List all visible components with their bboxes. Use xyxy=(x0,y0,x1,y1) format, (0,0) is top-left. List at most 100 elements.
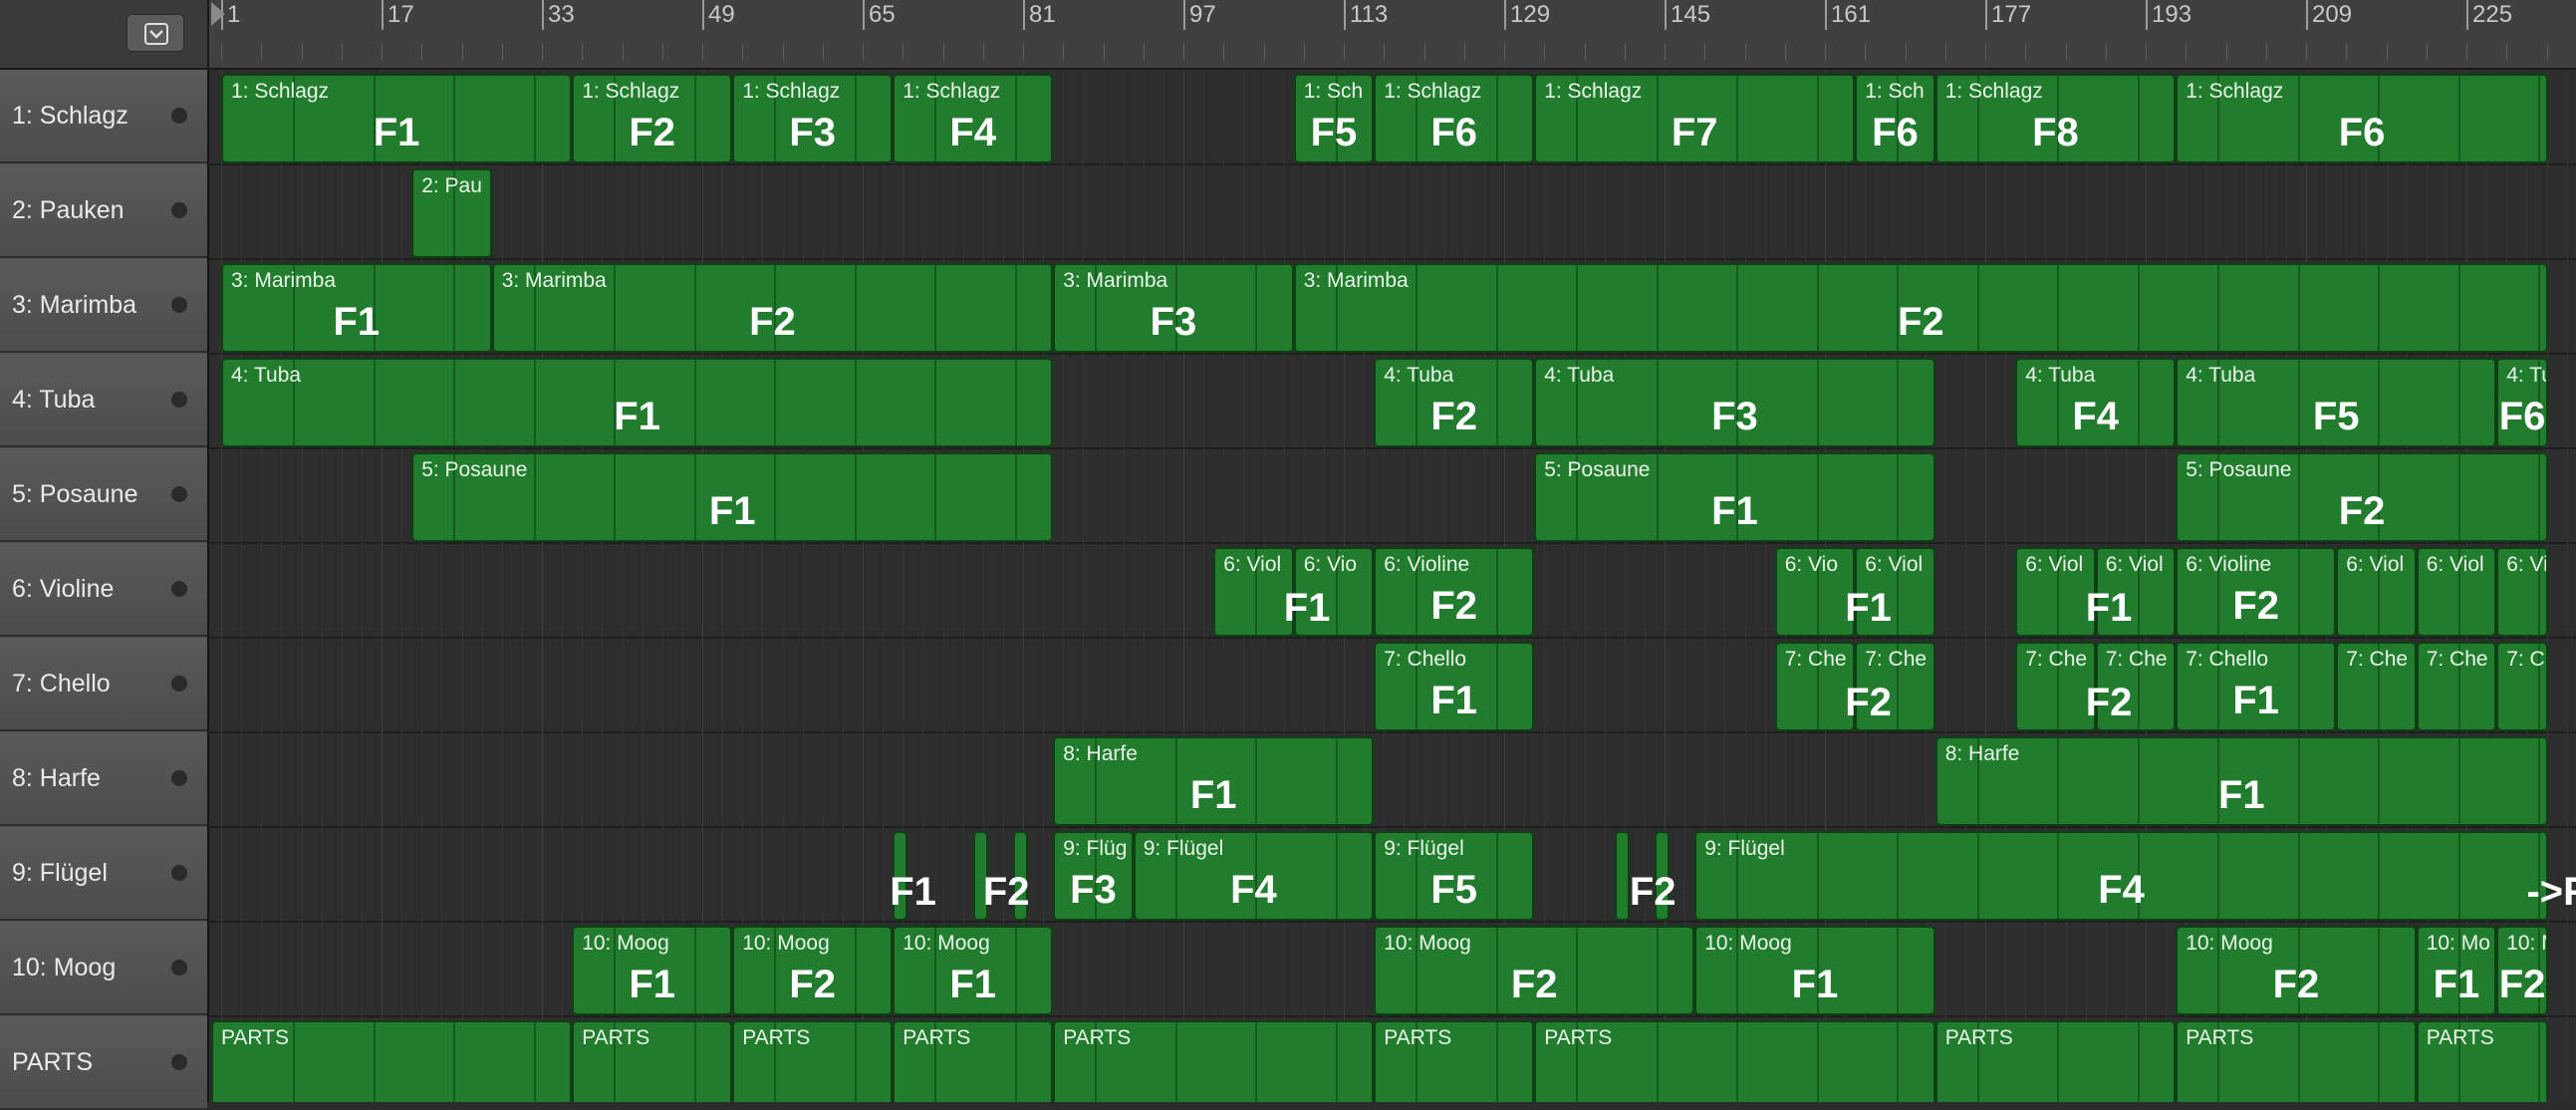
track-header[interactable]: 8: Harfe xyxy=(0,732,207,826)
midi-region[interactable]: 4: Tuba F4 xyxy=(2015,358,2177,447)
grid-line xyxy=(382,70,383,1102)
midi-region[interactable]: 4: Tuba F5 xyxy=(2176,358,2497,447)
midi-region[interactable]: 1: Schlagz F1 xyxy=(221,74,573,163)
parts-region[interactable]: PARTS xyxy=(1534,1020,1935,1102)
region-name: 1: Schlagz xyxy=(582,80,680,103)
midi-region[interactable]: 1: Schlagz F8 xyxy=(1934,74,2177,163)
parts-region[interactable]: PARTS xyxy=(1934,1020,2177,1102)
track-header[interactable]: 6: Violine xyxy=(0,543,207,637)
track-record-dot-icon[interactable] xyxy=(171,108,187,124)
midi-region[interactable]: 4: Tuba F1 xyxy=(221,358,1054,447)
parts-region[interactable]: PARTS xyxy=(2416,1020,2548,1102)
midi-region[interactable]: 7: Chello F1 xyxy=(2176,642,2337,731)
midi-region[interactable]: 5: Posaune F2 xyxy=(2176,452,2548,542)
midi-region[interactable]: 5: Posaune F1 xyxy=(411,452,1054,542)
region-section-label: F2 xyxy=(1845,681,1892,724)
track-header[interactable]: 10: Moog xyxy=(0,922,207,1015)
ruler-subtick xyxy=(1944,44,1946,60)
parts-region[interactable]: PARTS xyxy=(1053,1020,1375,1102)
track-header[interactable]: 5: Posaune xyxy=(0,448,207,542)
midi-region[interactable]: 4: Tuba F3 xyxy=(1534,358,1935,447)
midi-region[interactable]: 1: Schlagz F6 xyxy=(1374,74,1535,163)
midi-region[interactable]: 8: Harfe F1 xyxy=(1934,736,2548,826)
midi-region[interactable]: 10: Moog F2 xyxy=(1374,926,1695,1015)
arrangement-area[interactable]: 1: Schlagz F1 1: Schlagz F2 1: Schlagz F3 1: S… xyxy=(209,70,2576,1102)
midi-region[interactable]: 6: Viol xyxy=(2496,547,2548,637)
track-header[interactable]: 9: Flügel xyxy=(0,827,207,921)
track-header[interactable]: 2: Pauken xyxy=(0,164,207,258)
midi-region[interactable]: 3: Marimba F2 xyxy=(491,263,1054,353)
midi-region[interactable]: 1: Schlagz F2 xyxy=(572,74,733,163)
parts-region[interactable]: PARTS xyxy=(732,1020,894,1102)
track-record-dot-icon[interactable] xyxy=(171,297,187,313)
midi-region[interactable]: 1: Schlagz F6 xyxy=(2176,74,2548,163)
midi-region[interactable]: 10: Moog F2 xyxy=(732,926,894,1015)
bar-ruler[interactable]: 1 17 33 49 65 81 97 113 129 145 161 177 193 209 225 xyxy=(209,0,2576,70)
midi-region[interactable]: 7: Che xyxy=(2336,642,2417,731)
midi-region[interactable]: 6: Violine F2 xyxy=(1374,547,1535,637)
midi-region[interactable]: 7: Che xyxy=(2416,642,2497,731)
track-header[interactable]: 4: Tuba xyxy=(0,354,207,447)
midi-region[interactable]: 7: Che xyxy=(1774,642,1856,731)
midi-region[interactable]: 3: Marimba F1 xyxy=(221,263,492,353)
midi-region[interactable]: 10: Moog F2 xyxy=(2176,926,2417,1015)
midi-region[interactable]: 7: Chello F1 xyxy=(1374,642,1535,731)
midi-region[interactable]: 1: Sch F5 xyxy=(1293,74,1375,163)
midi-region[interactable]: 7: Che xyxy=(2015,642,2096,731)
region-name: 6: Viol xyxy=(2346,553,2405,576)
midi-region[interactable]: 10: Mo F1 xyxy=(2416,926,2497,1015)
region-section-label: F6 xyxy=(1430,111,1478,154)
parts-region[interactable]: PARTS xyxy=(210,1020,573,1102)
track-record-dot-icon[interactable] xyxy=(171,392,187,408)
midi-region[interactable]: 2: Pau xyxy=(411,168,492,258)
midi-region[interactable]: 9: Flügel F4 xyxy=(1694,831,2548,921)
track-record-dot-icon[interactable] xyxy=(171,865,187,881)
midi-region[interactable]: 1: Sch F6 xyxy=(1855,74,1935,163)
midi-region[interactable]: 7: Che xyxy=(2496,642,2548,731)
track-record-dot-icon[interactable] xyxy=(171,1054,187,1070)
midi-region[interactable]: 4: Tub F6 xyxy=(2496,358,2548,447)
track-lane[interactable] xyxy=(209,166,2576,260)
track-record-dot-icon[interactable] xyxy=(171,676,187,692)
midi-region[interactable]: 4: Tuba F2 xyxy=(1374,358,1535,447)
midi-region[interactable]: 6: Violine F2 xyxy=(2176,547,2337,637)
track-record-dot-icon[interactable] xyxy=(171,960,187,975)
midi-region[interactable]: 3: Marimba F2 xyxy=(1293,263,2548,353)
midi-region[interactable]: 10: Moog F1 xyxy=(572,926,733,1015)
midi-region[interactable]: 1: Schlagz F7 xyxy=(1534,74,1856,163)
track-header[interactable]: 7: Chello xyxy=(0,638,207,731)
track-header[interactable]: 1: Schlagz xyxy=(0,70,207,163)
parts-region[interactable]: PARTS xyxy=(1374,1020,1535,1102)
midi-region[interactable]: 1: Schlagz F4 xyxy=(893,74,1054,163)
parts-region[interactable]: PARTS xyxy=(2176,1020,2417,1102)
midi-region[interactable]: 9: Flügel F5 xyxy=(1374,831,1535,921)
midi-region[interactable]: 6: Vio xyxy=(1774,547,1856,637)
region-name: 1: Schlagz xyxy=(2186,80,2284,103)
ruler-subtick xyxy=(421,44,423,60)
parts-region[interactable]: PARTS xyxy=(893,1020,1054,1102)
midi-region[interactable]: 1: Schlagz F3 xyxy=(732,74,894,163)
midi-region[interactable]: 10: Mo F2 xyxy=(2496,926,2548,1015)
midi-region[interactable]: 6: Viol xyxy=(2416,547,2497,637)
track-record-dot-icon[interactable] xyxy=(171,770,187,786)
midi-region[interactable]: 9: Flüg F3 xyxy=(1053,831,1134,921)
track-record-dot-icon[interactable] xyxy=(171,202,187,218)
midi-region[interactable]: 8: Harfe F1 xyxy=(1053,736,1375,826)
collapse-button[interactable] xyxy=(127,14,184,52)
midi-region[interactable]: 10: Moog F1 xyxy=(1694,926,1935,1015)
midi-region[interactable]: 3: Marimba F3 xyxy=(1053,263,1294,353)
parts-region[interactable]: PARTS xyxy=(572,1020,733,1102)
track-header[interactable]: PARTS xyxy=(0,1016,207,1110)
midi-region[interactable]: 6: Viol xyxy=(2336,547,2417,637)
region-name: 6: Viol xyxy=(2426,553,2484,576)
midi-region[interactable]: 5: Posaune F1 xyxy=(1534,452,1935,542)
midi-region[interactable] xyxy=(1614,831,1630,921)
midi-region[interactable]: 10: Moog F1 xyxy=(893,926,1054,1015)
midi-region[interactable]: 6: Viol xyxy=(1213,547,1294,637)
playhead-marker[interactable] xyxy=(211,2,225,26)
midi-region[interactable]: 6: Viol xyxy=(2015,547,2096,637)
track-record-dot-icon[interactable] xyxy=(171,486,187,502)
midi-region[interactable]: 9: Flügel F4 xyxy=(1133,831,1375,921)
track-header[interactable]: 3: Marimba xyxy=(0,259,207,353)
track-record-dot-icon[interactable] xyxy=(171,581,187,597)
